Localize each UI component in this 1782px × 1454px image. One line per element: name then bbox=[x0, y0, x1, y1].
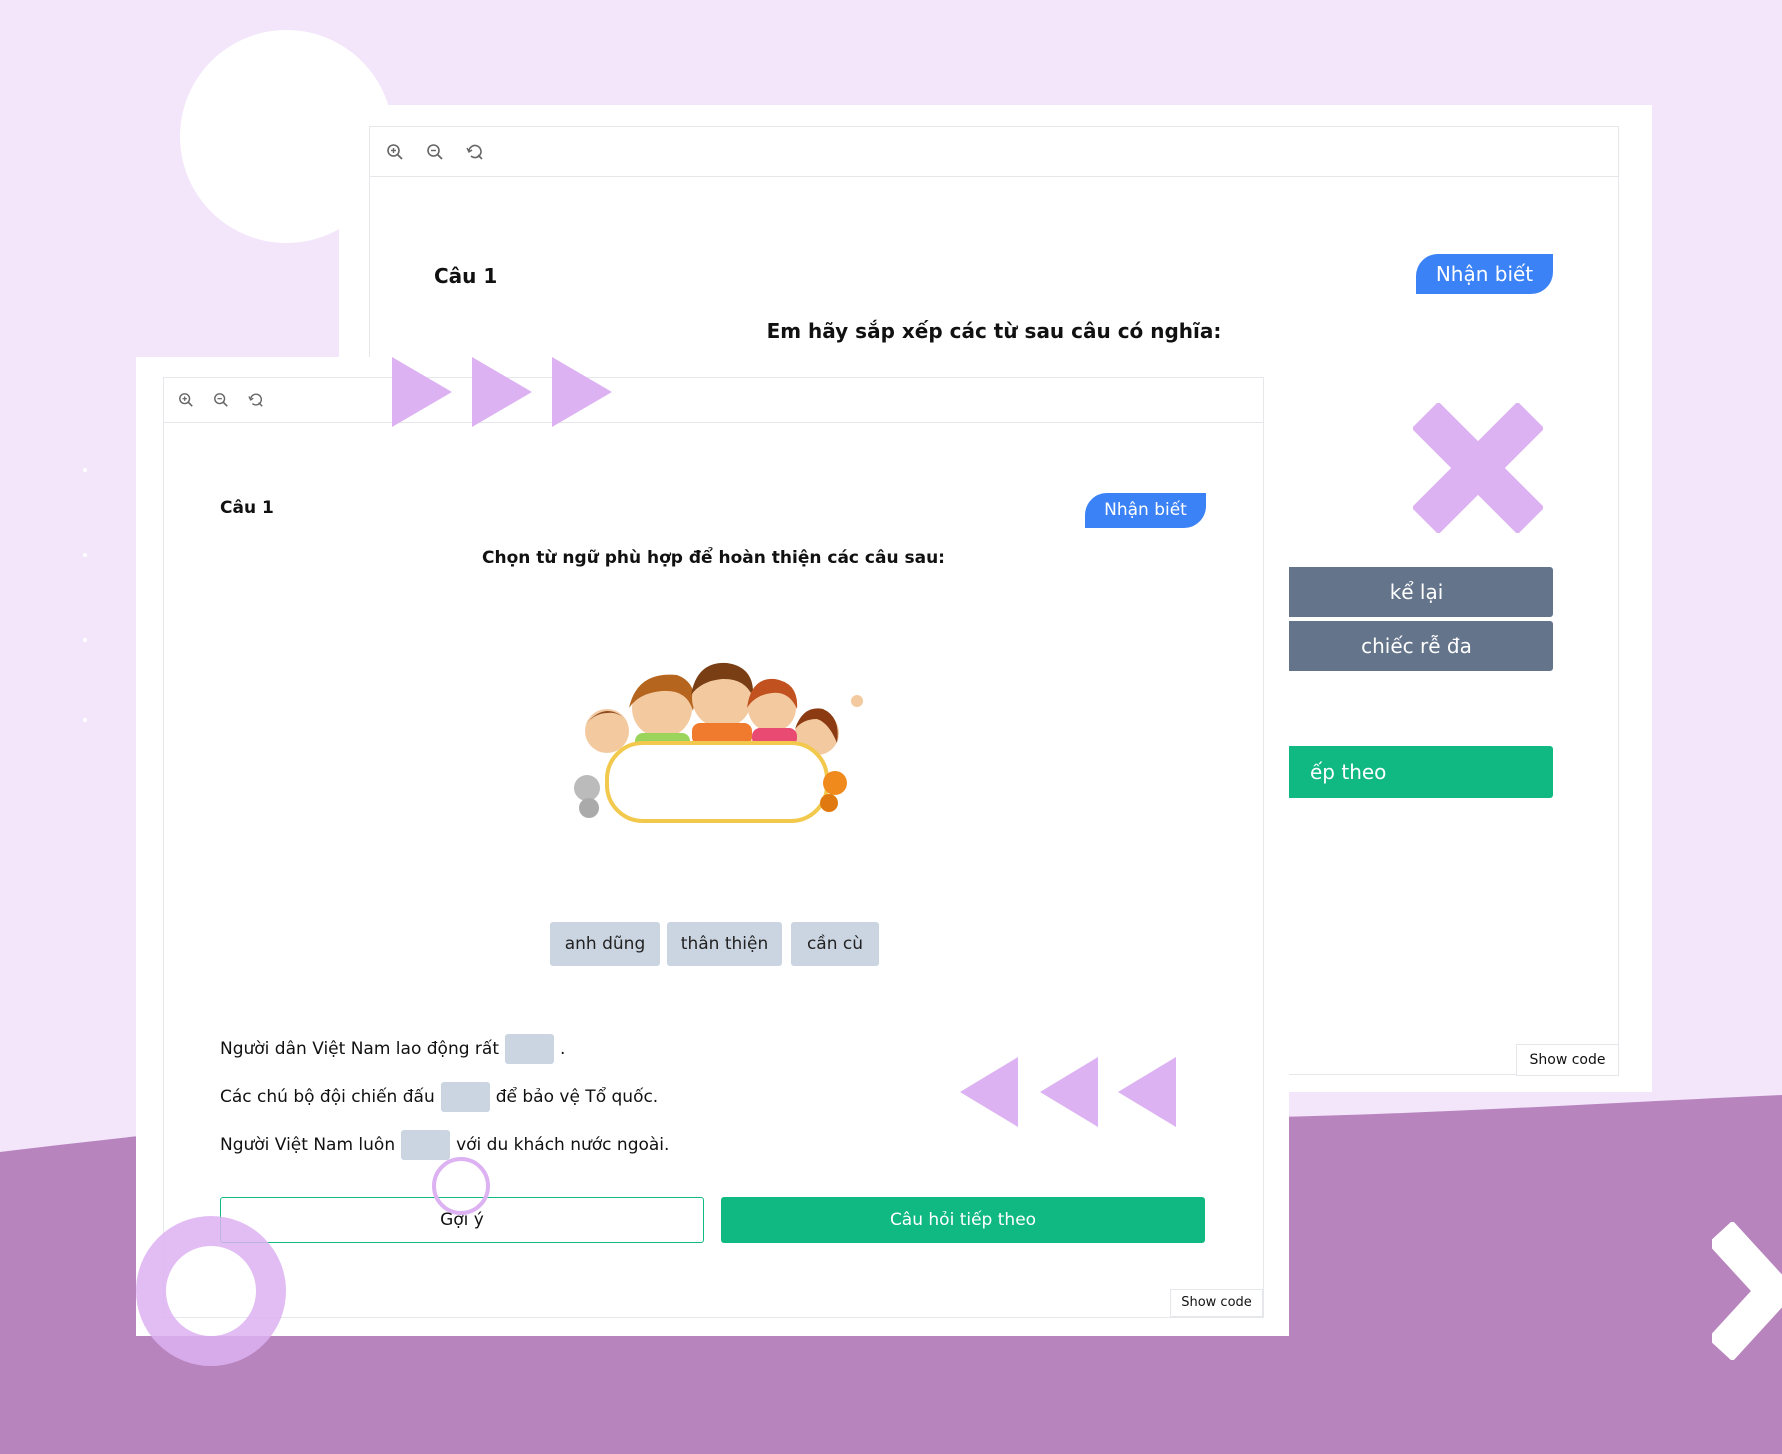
sentence-text: để bảo vệ Tổ quốc. bbox=[495, 1087, 659, 1107]
zoom-in-icon[interactable] bbox=[178, 392, 194, 408]
decorative-ring bbox=[136, 1216, 286, 1366]
front-question-card: Câu 1 Nhận biết Chọn từ ngữ phù hợp để h… bbox=[163, 377, 1264, 1318]
zoom-in-icon[interactable] bbox=[386, 143, 404, 161]
question-label: Câu 1 bbox=[434, 264, 498, 288]
answer-blank[interactable] bbox=[504, 1034, 554, 1064]
level-badge: Nhận biết bbox=[1085, 493, 1206, 528]
sentence-text: Người dân Việt Nam lao động rất bbox=[220, 1039, 499, 1059]
question-instruction: Em hãy sắp xếp các từ sau câu có nghĩa: bbox=[766, 319, 1222, 343]
decorative-chevron bbox=[1712, 1222, 1782, 1360]
decorative-small-ring bbox=[432, 1157, 490, 1215]
sentence-text: với du khách nước ngoài. bbox=[456, 1135, 670, 1155]
sentence-text: Người Việt Nam luôn bbox=[220, 1135, 396, 1155]
word-chip[interactable]: anh dũng bbox=[550, 922, 660, 966]
decorative-cross bbox=[1413, 403, 1543, 533]
reset-icon[interactable] bbox=[466, 143, 484, 161]
sentence-text: Các chú bộ đội chiến đấu bbox=[220, 1087, 435, 1107]
next-question-button[interactable]: ếp theo bbox=[1270, 746, 1553, 798]
next-question-button[interactable]: Câu hỏi tiếp theo bbox=[721, 1197, 1205, 1243]
question-label: Câu 1 bbox=[220, 498, 274, 518]
show-code-button[interactable]: Show code bbox=[1170, 1289, 1263, 1317]
children-illustration bbox=[574, 662, 863, 823]
front-toolbar bbox=[164, 378, 1263, 423]
decorative-rewind-arrows bbox=[960, 1057, 1176, 1127]
level-badge: Nhận biết bbox=[1416, 254, 1553, 294]
fill-sentence: Các chú bộ đội chiến đấu để bảo vệ Tổ quố… bbox=[220, 1081, 658, 1113]
show-code-button[interactable]: Show code bbox=[1516, 1044, 1619, 1076]
word-button[interactable]: kể lại bbox=[1280, 567, 1553, 617]
answer-blank[interactable] bbox=[440, 1082, 490, 1112]
zoom-out-icon[interactable] bbox=[426, 143, 444, 161]
word-button[interactable]: chiếc rễ đa bbox=[1280, 621, 1553, 671]
question-instruction: Chọn từ ngữ phù hợp để hoàn thiện các câ… bbox=[482, 548, 945, 568]
word-chip[interactable]: thân thiện bbox=[667, 922, 782, 966]
decorative-forward-arrows bbox=[392, 357, 612, 427]
word-chip[interactable]: cần cù bbox=[791, 922, 879, 966]
sentence-text: . bbox=[559, 1039, 566, 1059]
decorative-dots bbox=[83, 468, 87, 722]
back-toolbar bbox=[370, 127, 1618, 177]
reset-icon[interactable] bbox=[248, 392, 264, 408]
zoom-out-icon[interactable] bbox=[213, 392, 229, 408]
fill-sentence: Người dân Việt Nam lao động rất. bbox=[220, 1033, 565, 1065]
